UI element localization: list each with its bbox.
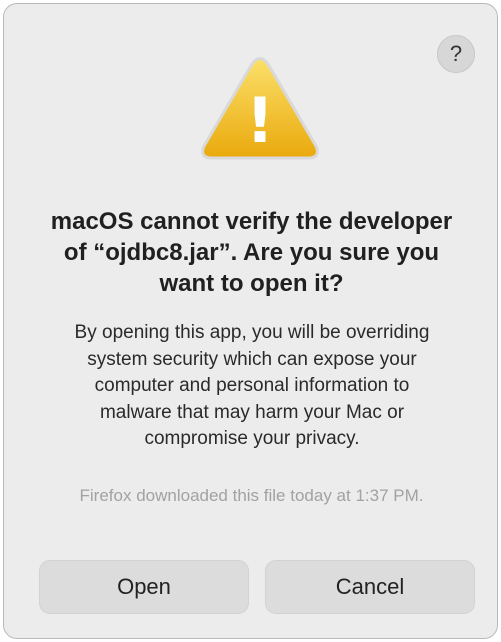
help-button[interactable]: ? bbox=[437, 35, 475, 73]
warning-icon: ! bbox=[200, 56, 320, 162]
security-warning-dialog: ? ! macOS cannot verify the developer of… bbox=[3, 3, 498, 639]
help-icon: ? bbox=[449, 41, 463, 66]
warning-exclamation: ! bbox=[246, 84, 274, 157]
download-source-note: Firefox downloaded this file today at 1:… bbox=[79, 486, 424, 505]
dialog-message: By opening this app, you will be overrid… bbox=[74, 322, 430, 449]
button-row: Open Cancel bbox=[39, 560, 475, 614]
dialog-title: macOS cannot verify the developer of “oj… bbox=[50, 208, 453, 297]
open-button[interactable]: Open bbox=[39, 560, 249, 614]
cancel-button[interactable]: Cancel bbox=[265, 560, 475, 614]
